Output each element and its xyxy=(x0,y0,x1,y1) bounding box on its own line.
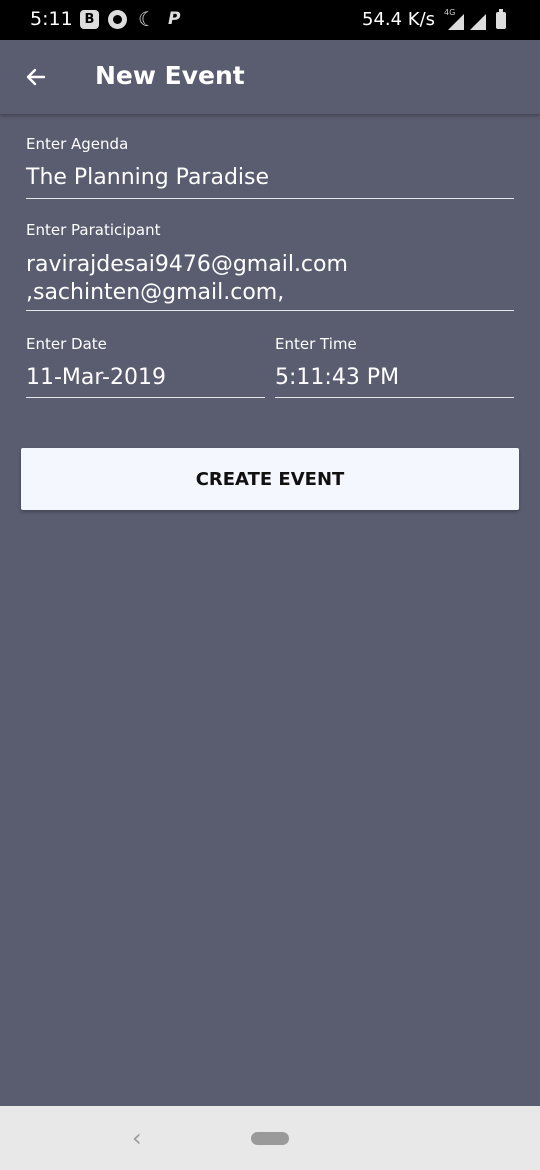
participant-label: Enter Paraticipant xyxy=(26,221,161,239)
moon-icon: ☾ xyxy=(138,7,156,31)
agenda-value: The Planning Paradise xyxy=(26,165,270,190)
arrow-left-icon xyxy=(26,68,46,86)
app-bar: New Event xyxy=(0,40,540,114)
date-value: 11-Mar-2019 xyxy=(26,365,166,390)
nav-back-icon[interactable]: ‹ xyxy=(132,1124,142,1152)
participant-input[interactable]: ravirajdesai9476@gmail.com ,sachinten@gm… xyxy=(26,251,514,311)
b-notification-icon: B xyxy=(80,10,99,29)
back-button[interactable] xyxy=(18,59,54,95)
system-icons: 4G xyxy=(440,8,530,32)
nav-home-pill[interactable] xyxy=(251,1132,289,1145)
agenda-input[interactable]: The Planning Paradise xyxy=(26,164,514,199)
time-value: 5:11:43 PM xyxy=(275,365,400,390)
status-bar: 5:11 B ☾ P 54.4 K/s 4G xyxy=(0,0,540,40)
signal-icon xyxy=(448,14,464,30)
signal-roaming-icon xyxy=(470,14,486,30)
date-input[interactable]: 11-Mar-2019 xyxy=(26,364,265,398)
battery-icon xyxy=(496,9,506,29)
p-notification-icon: P xyxy=(168,9,181,29)
circle-notification-icon xyxy=(108,10,127,29)
status-time: 5:11 xyxy=(30,8,73,30)
date-label: Enter Date xyxy=(26,335,107,353)
create-event-button[interactable]: CREATE EVENT xyxy=(21,448,519,510)
time-label: Enter Time xyxy=(275,335,357,353)
agenda-label: Enter Agenda xyxy=(26,135,129,153)
navigation-bar: ‹ xyxy=(0,1106,540,1170)
participant-value: ravirajdesai9476@gmail.com ,sachinten@gm… xyxy=(26,252,348,305)
network-speed: 54.4 K/s xyxy=(362,9,436,30)
page-title: New Event xyxy=(95,61,245,90)
time-input[interactable]: 5:11:43 PM xyxy=(275,364,514,398)
